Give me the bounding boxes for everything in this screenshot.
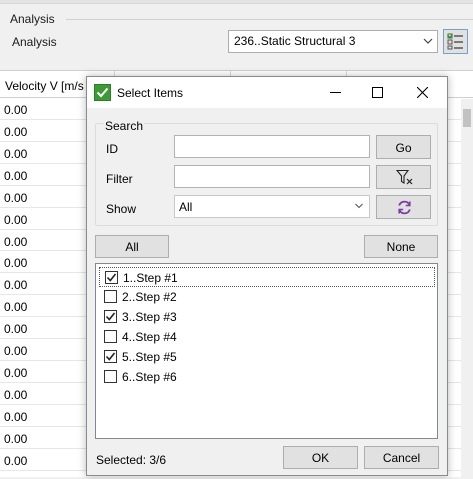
- filter-input[interactable]: [174, 165, 370, 188]
- close-icon: [417, 87, 428, 98]
- green-checkbox-icon: [94, 84, 111, 101]
- grid-cell-value: 0.00: [4, 387, 28, 402]
- grid-cell-value: 0.00: [4, 168, 28, 183]
- grid-cell-value: 0.00: [4, 431, 28, 446]
- refresh-button[interactable]: [376, 195, 431, 219]
- analysis-dropdown[interactable]: 236..Static Structural 3: [228, 30, 438, 53]
- cancel-button[interactable]: Cancel: [364, 446, 439, 469]
- analysis-label: Analysis: [12, 35, 57, 49]
- checkbox-unchecked[interactable]: [104, 370, 117, 383]
- refresh-icon: [398, 200, 411, 215]
- minimize-button[interactable]: [313, 77, 358, 108]
- list-item[interactable]: 4..Step #4: [99, 327, 435, 347]
- grid-cell-value: 0.00: [4, 366, 28, 381]
- grid-vertical-scrollbar[interactable]: [461, 99, 473, 479]
- checklist-icon: [447, 33, 463, 50]
- show-dropdown-value: All: [179, 200, 193, 214]
- list-item[interactable]: 2..Step #2: [99, 287, 435, 307]
- list-item[interactable]: 3..Step #3: [99, 307, 435, 327]
- grid-cell-value: 0.00: [4, 190, 28, 205]
- dialog-title-bar[interactable]: Select Items: [87, 77, 447, 108]
- checkbox-checked[interactable]: [104, 350, 117, 363]
- grid-column-header-velocity[interactable]: Velocity V [m/s: [5, 79, 84, 93]
- analysis-group-divider: [66, 19, 473, 20]
- grid-cell-value: 0.00: [4, 300, 28, 315]
- search-group-title: Search: [104, 119, 145, 133]
- go-button[interactable]: Go: [376, 135, 431, 159]
- ok-button[interactable]: OK: [283, 446, 358, 469]
- close-button[interactable]: [400, 77, 445, 108]
- show-label: Show: [106, 202, 137, 216]
- list-item-label: 1..Step #1: [123, 271, 178, 285]
- grid-cell-value: 0.00: [4, 278, 28, 293]
- dialog-title: Select Items: [117, 86, 184, 100]
- grid-cell-value: 0.00: [4, 409, 28, 424]
- show-dropdown[interactable]: All: [174, 195, 370, 218]
- select-items-dialog: Select Items Search ID Go Filter Show Al…: [86, 76, 448, 476]
- checkbox-checked[interactable]: [105, 271, 118, 284]
- grid-cell-value: 0.00: [4, 234, 28, 249]
- grid-cell-value: 0.00: [4, 103, 28, 117]
- maximize-icon: [372, 87, 383, 98]
- grid-cell-value: 0.00: [4, 256, 28, 271]
- grid-cell-value: 0.00: [4, 322, 28, 337]
- minimize-icon: [330, 92, 341, 93]
- analysis-checklist-button[interactable]: [443, 29, 468, 54]
- list-item[interactable]: 5..Step #5: [99, 347, 435, 367]
- list-item-label: 4..Step #4: [122, 330, 177, 344]
- clear-filter-button[interactable]: [376, 165, 431, 189]
- list-item-label: 6..Step #6: [122, 370, 177, 384]
- id-input[interactable]: [174, 135, 370, 158]
- analysis-dropdown-value: 236..Static Structural 3: [234, 34, 356, 48]
- filter-label: Filter: [106, 172, 133, 186]
- list-item-label: 5..Step #5: [122, 350, 177, 364]
- selection-status: Selected: 3/6: [96, 453, 167, 467]
- grid-cell-value: 0.00: [4, 212, 28, 227]
- list-item-label: 3..Step #3: [122, 310, 177, 324]
- checkmark-icon: [105, 312, 116, 321]
- grid-cell-value: 0.00: [4, 344, 28, 359]
- analysis-group-title: Analysis: [10, 12, 55, 26]
- grid-cell-value: 0.00: [4, 124, 28, 139]
- list-item[interactable]: 6..Step #6: [99, 367, 435, 387]
- checkmark-icon: [105, 352, 116, 361]
- checkbox-unchecked[interactable]: [104, 290, 117, 303]
- clear-filter-icon: [396, 169, 413, 185]
- maximize-button[interactable]: [355, 77, 400, 108]
- id-label: ID: [106, 142, 118, 156]
- grid-cell-value: 0.00: [4, 146, 28, 161]
- checkbox-unchecked[interactable]: [104, 330, 117, 343]
- items-list[interactable]: 1..Step #1 2..Step #2 3..Step #3 4..Step #4…: [95, 263, 438, 439]
- grid-cell-value: 0.00: [4, 453, 28, 468]
- checkmark-icon: [106, 273, 117, 282]
- list-item[interactable]: 1..Step #1: [99, 267, 435, 287]
- list-item-label: 2..Step #2: [122, 290, 177, 304]
- scrollbar-thumb[interactable]: [463, 109, 471, 127]
- background-top-strip: [0, 0, 473, 4]
- select-all-button[interactable]: All: [95, 235, 169, 258]
- checkbox-checked[interactable]: [104, 310, 117, 323]
- chevron-down-icon: [423, 38, 433, 44]
- select-none-button[interactable]: None: [364, 235, 438, 258]
- chevron-down-icon: [355, 203, 363, 209]
